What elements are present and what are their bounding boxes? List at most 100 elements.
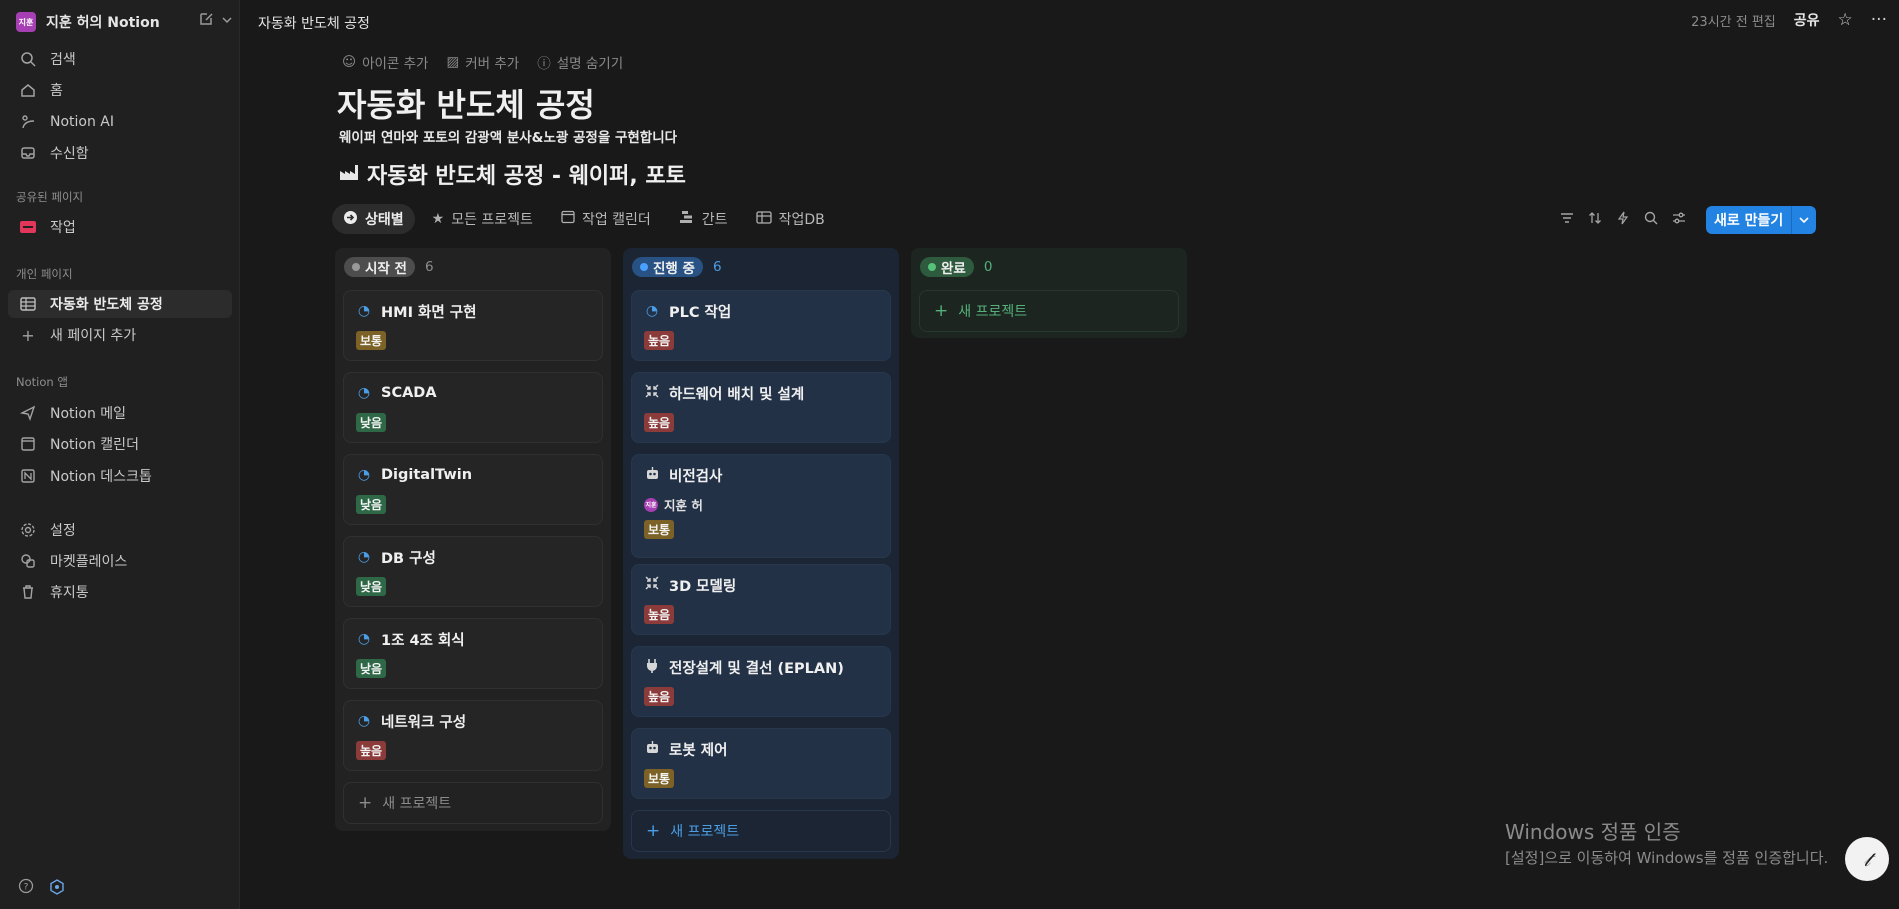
plus-icon: + (646, 821, 661, 841)
sidebar-item-notion-mail[interactable]: Notion 메일 (8, 399, 232, 427)
database-title-label: 자동화 반도체 공정 - 웨이퍼, 포토 (367, 164, 686, 189)
table-icon (755, 210, 772, 228)
progress-icon: ◔ (357, 385, 371, 401)
tab-label: 상태별 (365, 212, 404, 228)
sidebar-item-label: Notion 메일 (50, 406, 127, 422)
marketplace-icon (18, 553, 38, 569)
settings-sliders-icon[interactable] (1672, 212, 1686, 228)
page-title[interactable]: 자동화 반도체 공정 (337, 80, 595, 126)
board-card[interactable]: ◔ DigitalTwin 낮음 (343, 454, 603, 525)
hide-description-button[interactable]: ⓘ 설명 숨기기 (537, 52, 623, 72)
tab-all-projects[interactable]: ★ 모든 프로젝트 (421, 204, 544, 234)
new-project-button[interactable]: + 새 프로젝트 (919, 290, 1179, 332)
status-label: 시작 전 (365, 261, 407, 277)
svg-text:?: ? (24, 883, 29, 893)
board-card[interactable]: 비전검사 지훈 지훈 허 보통 (631, 454, 891, 558)
new-button-label[interactable]: 새로 만들기 (1706, 206, 1793, 234)
add-icon-button[interactable]: ☺ 아이콘 추가 (342, 52, 428, 72)
star-icon: ★ (431, 211, 445, 227)
new-project-button[interactable]: + 새 프로젝트 (631, 810, 891, 852)
status-badge[interactable]: 진행 중 (632, 257, 703, 277)
chevron-down-icon[interactable] (1792, 206, 1816, 234)
tab-label: 작업DB (778, 212, 825, 228)
sidebar-item-notion-calendar[interactable]: Notion 캘린더 (8, 430, 232, 458)
board-card[interactable]: 하드웨어 배치 및 설계 높음 (631, 372, 891, 443)
sidebar-item-trash[interactable]: 휴지통 (8, 578, 232, 606)
sidebar-item-settings[interactable]: 설정 (8, 516, 232, 544)
board-card[interactable]: 3D 모델링 높음 (631, 564, 891, 635)
new-project-button[interactable]: + 새 프로젝트 (343, 782, 603, 824)
sort-icon[interactable] (1588, 211, 1602, 229)
card-title: HMI 화면 구현 (381, 304, 477, 321)
card-title: 전장설계 및 결선 (EPLAN) (669, 660, 844, 677)
board-card[interactable]: ◔ 1조 4조 회식 낮음 (343, 618, 603, 689)
sidebar-item-inbox[interactable]: 수신함 (8, 139, 232, 167)
chevron-down-icon[interactable] (222, 13, 232, 29)
board-card[interactable]: ◔ SCADA 낮음 (343, 372, 603, 443)
card-title: DigitalTwin (381, 467, 473, 483)
board-card[interactable]: ◔ DB 구성 낮음 (343, 536, 603, 607)
board-card[interactable]: 로봇 제어 보통 (631, 728, 891, 799)
breadcrumb[interactable]: 자동화 반도체 공정 (258, 13, 370, 33)
priority-tag: 낮음 (356, 413, 387, 432)
tab-gantt[interactable]: 간트 (668, 204, 739, 234)
board-card[interactable]: ◔ HMI 화면 구현 보통 (343, 290, 603, 361)
compress-icon (644, 384, 660, 402)
assistant-bubble-icon[interactable]: 𝓉 (1845, 837, 1889, 881)
board-card[interactable]: ◔ 네트워크 구성 높음 (343, 700, 603, 771)
status-badge[interactable]: 완료 (920, 257, 974, 277)
more-icon[interactable]: ··· (1871, 10, 1887, 30)
board-column-not-started: 시작 전 6 ◔ HMI 화면 구현 보통 ◔ SCADA 낮음 ◔ DigitalT… (335, 248, 611, 831)
card-title: 1조 4조 회식 (381, 632, 465, 649)
progress-icon: ◔ (357, 631, 371, 647)
tab-task-calendar[interactable]: 작업 캘린더 (550, 204, 662, 234)
sidebar-item-label: 새 페이지 추가 (50, 328, 137, 344)
automation-icon[interactable] (1616, 211, 1630, 229)
priority-tag: 높음 (644, 331, 675, 350)
sidebar-item-home[interactable]: 홈 (8, 76, 232, 104)
tab-task-db[interactable]: 작업DB (745, 204, 836, 234)
add-icon-label: 아이콘 추가 (362, 56, 429, 72)
filter-icon[interactable] (1560, 212, 1574, 228)
tab-label: 모든 프로젝트 (451, 212, 533, 228)
help-icon[interactable]: ? (18, 878, 34, 900)
card-title: PLC 작업 (669, 304, 732, 321)
workspace-name[interactable]: 지훈 허의 Notion (46, 12, 160, 32)
star-icon[interactable]: ☆ (1838, 10, 1853, 30)
page-description[interactable]: 웨이퍼 연마와 포토의 감광액 분사&노광 공정을 구현합니다 (339, 126, 677, 146)
new-page-icon[interactable] (198, 11, 214, 31)
assignee[interactable]: 지훈 지훈 허 (644, 495, 878, 514)
sidebar-item-tasks[interactable]: 작업 (8, 213, 232, 241)
search-icon (18, 51, 38, 67)
sidebar-item-add-page[interactable]: + 새 페이지 추가 (8, 321, 232, 349)
notion-icon (18, 468, 38, 484)
sidebar-item-label: 홈 (50, 83, 63, 99)
sidebar-item-automation-project[interactable]: 자동화 반도체 공정 (8, 290, 232, 318)
sidebar-item-notion-desktop[interactable]: Notion 데스크톱 (8, 462, 232, 490)
priority-tag: 낮음 (356, 659, 387, 678)
sidebar-item-marketplace[interactable]: 마켓플레이스 (8, 547, 232, 575)
sidebar-item-label: 검색 (50, 52, 76, 68)
column-count: 6 (424, 259, 434, 275)
sidebar-item-search[interactable]: 검색 (8, 45, 232, 73)
section-label-apps: Notion 앱 (16, 375, 68, 389)
workspace-switcher[interactable]: 지훈 지훈 허의 Notion (16, 11, 232, 33)
smile-icon: ☺ (342, 54, 357, 70)
notion-apps-icon[interactable] (48, 878, 66, 900)
tab-by-status[interactable]: 상태별 (332, 204, 415, 234)
search-icon[interactable] (1644, 211, 1658, 229)
sidebar-item-notion-ai[interactable]: Notion AI (8, 108, 232, 136)
board-card[interactable]: ◔ PLC 작업 높음 (631, 290, 891, 361)
new-button[interactable]: 새로 만들기 (1706, 206, 1817, 234)
info-icon: ⓘ (537, 56, 551, 72)
board-card[interactable]: 전장설계 및 결선 (EPLAN) 높음 (631, 646, 891, 717)
priority-tag: 낮음 (356, 495, 387, 514)
priority-tag: 보통 (644, 520, 675, 539)
card-title: DB 구성 (381, 550, 436, 567)
add-cover-button[interactable]: ▨ 커버 추가 (446, 52, 519, 72)
progress-icon: ◔ (357, 467, 371, 483)
new-project-label: 새 프로젝트 (958, 304, 1028, 320)
share-button[interactable]: 공유 (1794, 10, 1820, 30)
status-badge[interactable]: 시작 전 (344, 257, 415, 277)
database-title[interactable]: 자동화 반도체 공정 - 웨이퍼, 포토 (339, 158, 686, 190)
